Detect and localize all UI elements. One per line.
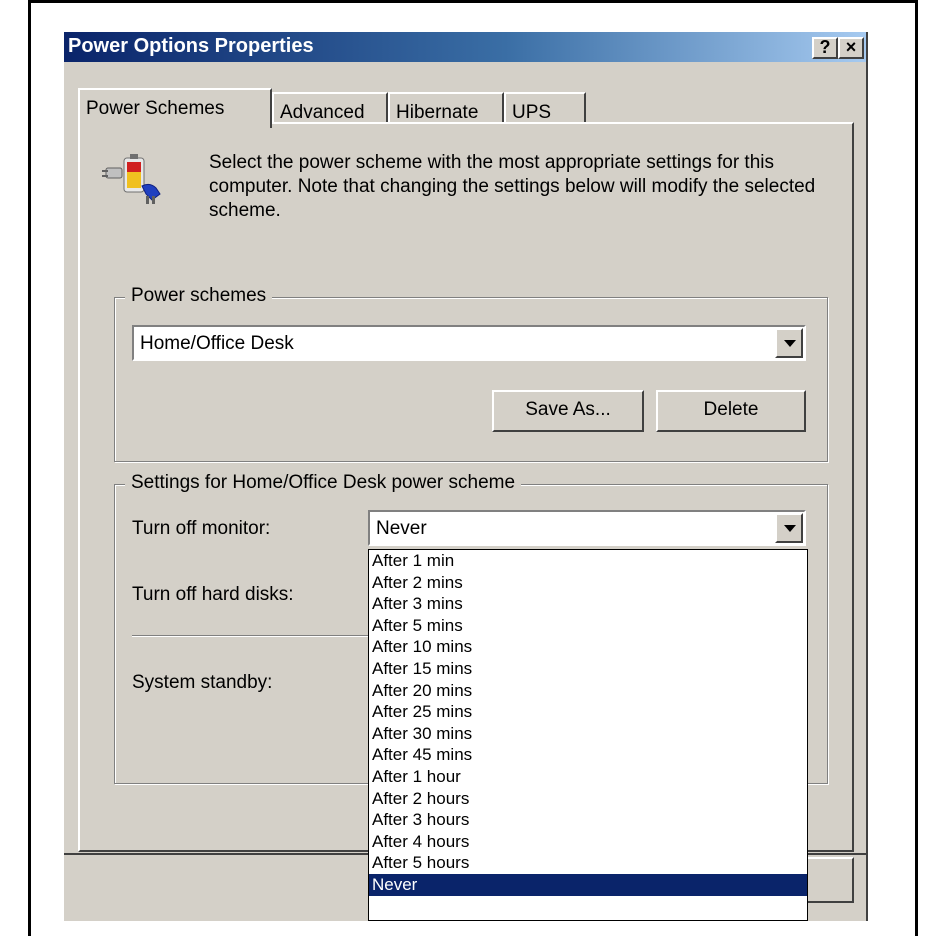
delete-button[interactable]: Delete: [656, 390, 806, 432]
dropdown-option[interactable]: After 1 min: [369, 550, 807, 572]
dropdown-option[interactable]: After 4 hours: [369, 831, 807, 853]
dropdown-option[interactable]: After 3 mins: [369, 593, 807, 615]
dropdown-option[interactable]: After 30 mins: [369, 723, 807, 745]
tab-advanced[interactable]: Advanced: [272, 92, 388, 126]
save-as-button[interactable]: Save As...: [492, 390, 644, 432]
monitor-dropdown-button[interactable]: [775, 513, 803, 543]
dropdown-option-selected[interactable]: Never: [369, 873, 807, 896]
dropdown-option[interactable]: After 15 mins: [369, 658, 807, 680]
dropdown-option[interactable]: After 5 mins: [369, 615, 807, 637]
window-title: Power Options Properties: [68, 35, 314, 57]
tab-power-schemes[interactable]: Power Schemes: [78, 88, 272, 128]
title-bar[interactable]: Power Options Properties ? ×: [64, 32, 866, 62]
monitor-dropdown-list[interactable]: After 1 min After 2 mins After 3 mins Af…: [368, 549, 808, 921]
system-standby-label: System standby:: [132, 672, 273, 693]
dropdown-option[interactable]: After 1 hour: [369, 766, 807, 788]
chevron-down-icon: [784, 525, 796, 532]
settings-divider: [132, 635, 368, 637]
chevron-down-icon: [784, 340, 796, 347]
dropdown-option[interactable]: After 2 mins: [369, 572, 807, 594]
dropdown-option[interactable]: After 2 hours: [369, 788, 807, 810]
power-schemes-legend: Power schemes: [125, 285, 273, 307]
power-scheme-dropdown-button[interactable]: [775, 328, 803, 358]
tab-ups[interactable]: UPS: [504, 92, 586, 126]
dropdown-option[interactable]: After 20 mins: [369, 680, 807, 702]
power-plug-battery-icon: [102, 154, 161, 204]
tab-label: UPS: [512, 102, 552, 123]
dropdown-option[interactable]: After 25 mins: [369, 701, 807, 723]
turn-off-monitor-select[interactable]: Never: [368, 510, 806, 546]
dropdown-option[interactable]: After 3 hours: [369, 809, 807, 831]
close-button[interactable]: ×: [838, 37, 864, 59]
turn-off-hard-disks-label: Turn off hard disks:: [132, 584, 294, 605]
power-schemes-group: Power schemes: [114, 285, 828, 462]
tab-hibernate[interactable]: Hibernate: [388, 92, 504, 126]
help-button[interactable]: ?: [812, 37, 838, 59]
dropdown-option[interactable]: After 5 hours: [369, 852, 807, 874]
settings-legend: Settings for Home/Office Desk power sche…: [125, 472, 522, 494]
dropdown-option[interactable]: After 10 mins: [369, 636, 807, 658]
tab-label: Advanced: [280, 102, 365, 123]
tab-label: Power Schemes: [86, 98, 225, 119]
power-options-dialog: Power Options Properties ? × Power Schem…: [64, 32, 868, 921]
power-scheme-select[interactable]: Home/Office Desk: [132, 325, 806, 361]
tab-label: Hibernate: [396, 102, 479, 123]
dropdown-option[interactable]: After 45 mins: [369, 744, 807, 766]
power-scheme-value: Home/Office Desk: [140, 333, 294, 354]
turn-off-monitor-label: Turn off monitor:: [132, 518, 271, 539]
turn-off-monitor-value: Never: [376, 518, 427, 539]
intro-text: Select the power scheme with the most ap…: [209, 152, 816, 221]
